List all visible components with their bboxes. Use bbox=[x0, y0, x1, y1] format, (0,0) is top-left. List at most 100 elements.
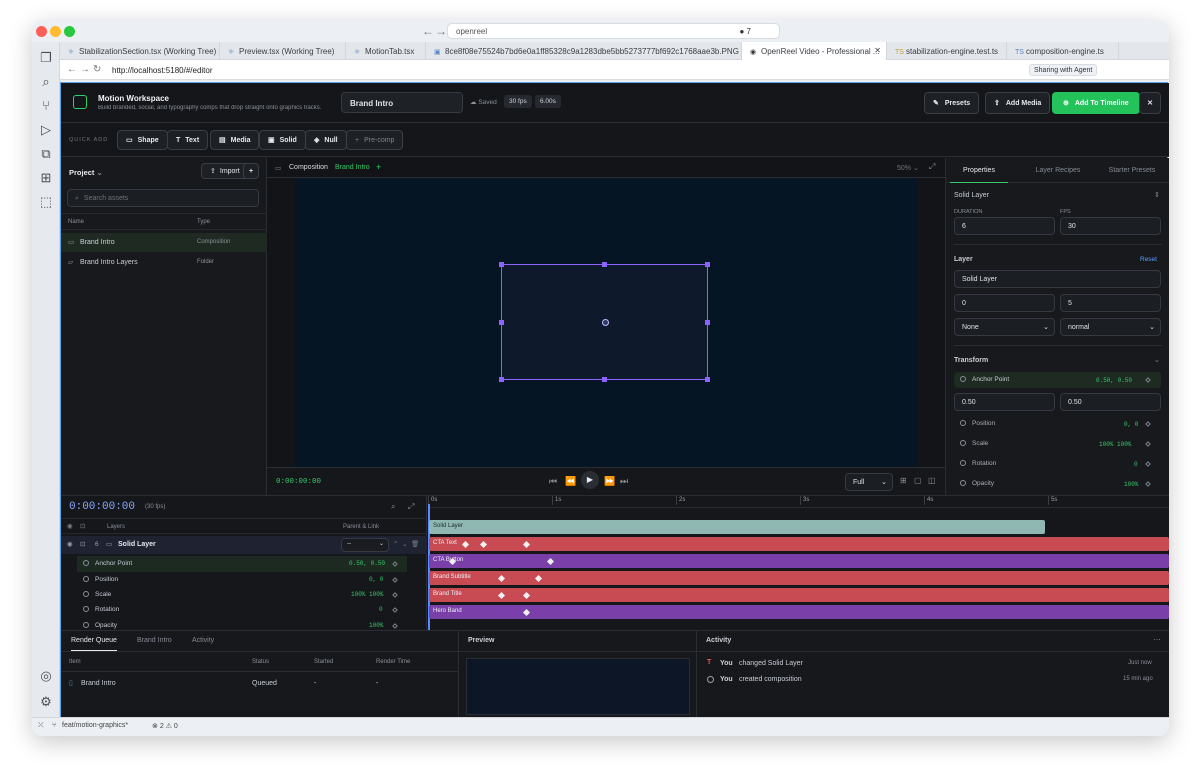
anchor-y-input[interactable]: 0.50 bbox=[1060, 393, 1161, 411]
resize-handle[interactable] bbox=[705, 262, 710, 267]
track-clip[interactable]: Brand Title bbox=[429, 588, 1169, 602]
fps-input[interactable]: 30 bbox=[1060, 217, 1161, 235]
explorer-icon[interactable]: ❐ bbox=[38, 50, 54, 66]
add-to-timeline-button[interactable]: ⊕ Add To Timeline bbox=[1052, 92, 1140, 114]
play-button[interactable]: ▶ bbox=[581, 471, 599, 489]
address-bar[interactable]: openreel ● 7 bbox=[447, 23, 780, 39]
add-media-button[interactable]: ⇪ Add Media bbox=[985, 92, 1051, 114]
minimize-window-button[interactable] bbox=[50, 26, 61, 37]
stopwatch-icon[interactable] bbox=[83, 591, 89, 597]
anchor-point-row[interactable]: Anchor Point 0.50, 0.50 bbox=[954, 372, 1161, 388]
selected-layer-label[interactable]: Solid Layer bbox=[954, 192, 989, 199]
back-arrow-icon[interactable]: ← bbox=[67, 64, 77, 75]
tab-layer-recipes[interactable]: Layer Recipes bbox=[1026, 167, 1090, 174]
timeline-track-area[interactable]: 0s 1s 2s 3s 4s 5s Solid Layer CTA Text C… bbox=[428, 496, 1169, 631]
zoom-dropdown[interactable]: 50% ⌄ bbox=[897, 164, 919, 172]
timeline-ruler[interactable]: 0s 1s 2s 3s 4s 5s bbox=[428, 496, 1169, 508]
safe-area-icon[interactable]: ▢ bbox=[914, 476, 922, 485]
expand-icon[interactable]: ⤢ bbox=[408, 502, 414, 512]
account-icon[interactable]: ◎ bbox=[38, 668, 54, 684]
stopwatch-icon[interactable] bbox=[960, 440, 966, 446]
tab-activity[interactable]: Activity bbox=[192, 637, 214, 644]
quality-select[interactable]: Full ⌄ bbox=[845, 473, 893, 491]
quickadd-precomp-button[interactable]: + Pre-comp bbox=[346, 130, 404, 150]
stopwatch-icon[interactable] bbox=[83, 606, 89, 612]
forward-arrow-icon[interactable]: → bbox=[80, 64, 90, 75]
canvas-stage[interactable] bbox=[295, 178, 917, 467]
reload-icon[interactable]: ↻ bbox=[93, 64, 101, 75]
stopwatch-icon[interactable] bbox=[960, 480, 966, 486]
close-window-button[interactable] bbox=[36, 26, 47, 37]
timeline-prop-row[interactable]: Anchor Point 0.50, 0.50 bbox=[77, 556, 407, 572]
add-comp-icon[interactable]: + bbox=[376, 162, 381, 172]
trash-icon[interactable]: 🗑 bbox=[411, 540, 419, 548]
url-text[interactable]: http://localhost:5180/#/editor bbox=[112, 66, 213, 75]
browser-tab[interactable]: ⚛ StabilizationSection.tsx (Working Tree) bbox=[60, 42, 220, 60]
tab-properties[interactable]: Properties bbox=[950, 158, 1008, 183]
keyframe-diamond-icon[interactable] bbox=[392, 592, 398, 598]
zoom-window-button[interactable] bbox=[64, 26, 75, 37]
timeline-prop-row[interactable]: Rotation 0 bbox=[77, 602, 407, 618]
duration-input[interactable]: 6 bbox=[954, 217, 1055, 235]
skip-end-icon[interactable]: ⏭ bbox=[620, 476, 628, 487]
remote-icon[interactable]: ⧉ bbox=[38, 146, 54, 162]
track-clip[interactable]: CTA Button bbox=[429, 554, 1169, 568]
keyframe-diamond-icon[interactable] bbox=[1145, 421, 1151, 427]
search-icon[interactable]: ⌕ bbox=[391, 502, 395, 512]
project-row[interactable]: ▱ Brand Intro Layers Folder bbox=[61, 253, 267, 272]
resize-handle[interactable] bbox=[499, 262, 504, 267]
search-icon[interactable]: ⌕ bbox=[38, 74, 54, 90]
project-row-selected[interactable]: ▭ Brand Intro Composition bbox=[61, 233, 267, 252]
search-assets-input[interactable]: ⌕ Search assets bbox=[67, 189, 259, 207]
quickadd-shape-button[interactable]: ▭ Shape bbox=[117, 130, 168, 150]
timeline-prop-row[interactable]: Scale 100% 100% bbox=[77, 587, 407, 603]
browser-tab-active[interactable]: ◉ OpenReel Video - Professional ... ✕ bbox=[742, 42, 887, 60]
stopwatch-icon[interactable] bbox=[960, 420, 966, 426]
settings-gear-icon[interactable]: ⚙ bbox=[38, 694, 54, 710]
keyframe-diamond-icon[interactable] bbox=[1145, 441, 1151, 447]
anchor-x-input[interactable]: 0.50 bbox=[954, 393, 1055, 411]
blend-mode-select[interactable]: normal ⌄ bbox=[1060, 318, 1161, 336]
preview-thumbnail[interactable] bbox=[466, 658, 690, 715]
browser-tab[interactable]: TS stabilization-engine.test.ts bbox=[887, 42, 1007, 60]
track-clip[interactable]: CTA Text bbox=[429, 537, 1169, 551]
rotation-row[interactable]: Rotation 0 bbox=[954, 456, 1161, 472]
chevron-down-icon[interactable]: ⌄ bbox=[1154, 356, 1160, 364]
import-button[interactable]: ⇪ Import bbox=[201, 163, 249, 179]
remote-icon[interactable]: ⤫ bbox=[38, 722, 44, 730]
keyframe-diamond-icon[interactable] bbox=[1145, 481, 1151, 487]
reset-link[interactable]: Reset bbox=[1140, 256, 1157, 263]
more-options-icon[interactable]: ⋯ bbox=[1153, 635, 1161, 644]
fullscreen-icon[interactable]: ⤢ bbox=[929, 162, 935, 172]
track-clip[interactable]: Solid Layer bbox=[429, 520, 1045, 534]
skip-start-icon[interactable]: ⏮ bbox=[549, 476, 557, 487]
grid-icon[interactable]: ⊞ bbox=[900, 476, 907, 485]
browser-tab[interactable]: ▣ 8ce8f08e75524b7bd6e0a1ff85328c9a1283dbe… bbox=[426, 42, 742, 60]
layer-end-input[interactable]: 5 bbox=[1060, 294, 1161, 312]
guides-icon[interactable]: ◫ bbox=[928, 476, 936, 485]
keyframe-diamond-icon[interactable] bbox=[392, 577, 398, 583]
stopwatch-icon[interactable] bbox=[83, 576, 89, 582]
quickadd-media-button[interactable]: ▤ Media bbox=[210, 130, 260, 150]
project-dropdown[interactable]: Project ⌄ bbox=[69, 168, 103, 177]
source-control-icon[interactable]: ⑂ bbox=[38, 98, 54, 114]
lock-icon[interactable]: ⊡ bbox=[80, 540, 85, 548]
stopwatch-icon[interactable] bbox=[83, 622, 89, 628]
layer-start-input[interactable]: 0 bbox=[954, 294, 1055, 312]
quickadd-text-button[interactable]: T Text bbox=[167, 130, 209, 150]
package-icon[interactable]: ⬚ bbox=[38, 194, 54, 210]
parent-select[interactable]: None ⌄ bbox=[954, 318, 1055, 336]
eye-icon[interactable]: ◉ bbox=[67, 540, 73, 548]
run-debug-icon[interactable]: ▷ bbox=[38, 122, 54, 138]
step-forward-icon[interactable]: ⏩ bbox=[604, 476, 615, 487]
keyframe-diamond-icon[interactable] bbox=[392, 607, 398, 613]
git-branch[interactable]: feat/motion-graphics* bbox=[62, 722, 128, 729]
comp-name-input[interactable]: Brand Intro bbox=[341, 92, 463, 113]
keyframe-diamond-icon[interactable] bbox=[392, 623, 398, 629]
browser-tab[interactable]: ⚛ MotionTab.tsx bbox=[346, 42, 426, 60]
stopwatch-icon[interactable] bbox=[83, 560, 89, 566]
tab-render-queue[interactable]: Render Queue bbox=[71, 631, 117, 651]
back-arrow-icon[interactable]: ← bbox=[422, 24, 434, 38]
resize-handle[interactable] bbox=[705, 320, 710, 325]
track-clip[interactable]: Hero Band bbox=[429, 605, 1169, 619]
